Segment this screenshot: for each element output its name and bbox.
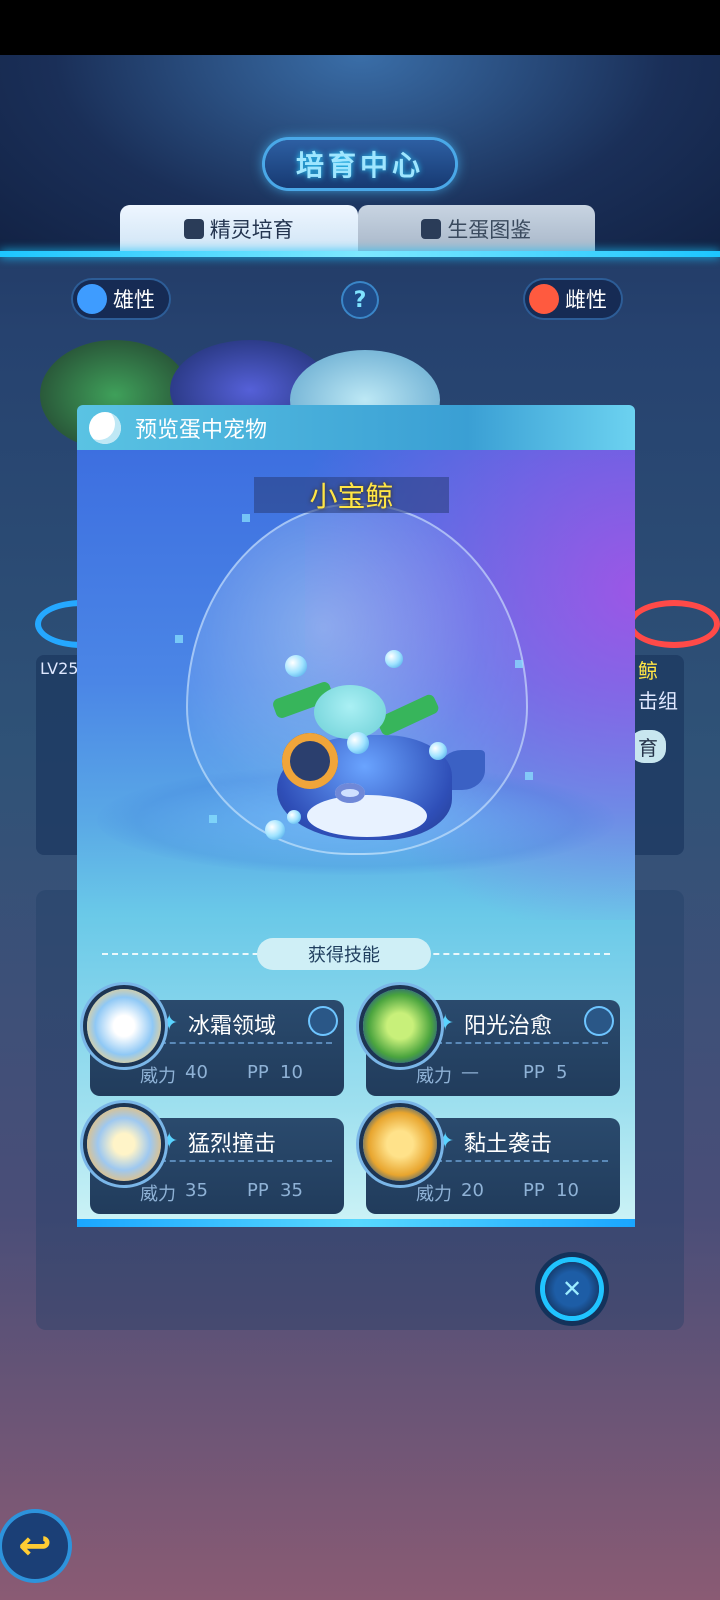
hexagon-icon [183, 219, 204, 239]
skill-pp: 5 [556, 1062, 568, 1083]
help-button[interactable]: ? [343, 283, 377, 317]
skill-name: 冰霜领域 [188, 1014, 277, 1039]
female-slot-tag: 雌性 [525, 280, 621, 318]
male-slot-tag: 雄性 [73, 280, 169, 318]
page-title: 培育中心 [265, 140, 455, 188]
skill-pp: 35 [280, 1180, 303, 1201]
modal-body: 小宝鲸 获得技能 ✦ 冰霜领域 威力 40 PP 10 ✦ 阳光治愈 威力 — … [77, 450, 635, 1225]
back-arrow-icon[interactable]: ↩ [2, 1513, 68, 1579]
bubble [285, 655, 307, 677]
preview-modal: 预览蛋中宠物 小宝鲸 获得技能 ✦ 冰霜领域 威力 40 PP 10 ✦ 阳光治… [77, 405, 635, 1227]
tab-bar: 精灵培育 生蛋图鉴 [120, 205, 595, 253]
skill-power: 20 [461, 1180, 484, 1201]
skill-divider [436, 1042, 608, 1046]
skill-name: 阳光治愈 [464, 1014, 553, 1039]
link-icon[interactable] [586, 1008, 612, 1034]
skill-power: 35 [185, 1180, 208, 1201]
skill-type-icon: ✦ [436, 1011, 455, 1036]
egg-book-icon [421, 219, 442, 239]
game-screen: 培育中心 精灵培育 生蛋图鉴 雄性 ? 雌性 LV25 鲸 击组 育 预览蛋中宠… [0, 55, 720, 1600]
skill-pp-label: PP [247, 1062, 269, 1083]
divider [0, 251, 720, 257]
tab-label: 精灵培育 [209, 218, 294, 242]
skills-header: 获得技能 [257, 938, 431, 970]
bubble [429, 742, 447, 760]
snowflake-icon [87, 989, 161, 1063]
link-icon[interactable] [310, 1008, 336, 1034]
bubble [265, 820, 285, 840]
skill-power-label: 威力 [140, 1184, 176, 1205]
skill-power: 40 [185, 1062, 208, 1083]
sparkle [175, 635, 183, 643]
female-label: 雌性 [565, 288, 607, 312]
leaf-icon [363, 989, 437, 1063]
skill-pp: 10 [556, 1180, 579, 1201]
bubble [287, 810, 301, 824]
skill-name: 猛烈撞击 [188, 1132, 277, 1157]
male-label: 雄性 [113, 288, 155, 312]
sparkle [242, 514, 250, 522]
skill-power-label: 威力 [416, 1184, 452, 1205]
right-name-fragment: 鲸 [638, 659, 658, 683]
sparkle [515, 660, 523, 668]
skill-pp-label: PP [247, 1180, 269, 1201]
skill-power-label: 威力 [140, 1066, 176, 1087]
skill-name: 黏土袭击 [464, 1132, 553, 1157]
skill-power-label: 威力 [416, 1066, 452, 1087]
sparkle [209, 815, 217, 823]
right-slot-pad [628, 600, 720, 648]
modal-title: 预览蛋中宠物 [135, 417, 268, 443]
skill-divider [436, 1160, 608, 1164]
skill-pp-label: PP [523, 1180, 545, 1201]
left-level: LV25 [40, 659, 79, 678]
bubble [385, 650, 403, 668]
skill-type-icon: ✦ [160, 1011, 179, 1036]
modal-header: 预览蛋中宠物 [77, 405, 635, 450]
bubble [347, 732, 369, 754]
whale-ring [282, 733, 338, 789]
skill-pp: 10 [280, 1062, 303, 1083]
male-icon [77, 284, 107, 314]
female-icon [529, 284, 559, 314]
whale-rider [314, 685, 386, 739]
skill-divider [160, 1042, 332, 1046]
tab-spirit-breeding[interactable]: 精灵培育 [120, 205, 358, 253]
right-group-fragment: 击组 [638, 689, 678, 713]
tab-egg-gallery[interactable]: 生蛋图鉴 [357, 205, 595, 253]
skill-divider [160, 1160, 332, 1164]
tab-label: 生蛋图鉴 [447, 218, 532, 242]
skill-type-icon: ✦ [436, 1129, 455, 1154]
impact-icon [87, 1107, 161, 1181]
skill-type-icon: ✦ [160, 1129, 179, 1154]
close-button[interactable]: ✕ [545, 1262, 599, 1316]
right-breed-button[interactable]: 育 [630, 730, 666, 763]
whale-belly [307, 795, 427, 837]
skill-power: — [461, 1062, 479, 1083]
skill-pp-label: PP [523, 1062, 545, 1083]
modal-bottom-bar [77, 1219, 635, 1227]
pet-name: 小宝鲸 [254, 477, 449, 513]
whale-eye [335, 783, 365, 803]
sparkle [525, 772, 533, 780]
egg-icon [89, 411, 121, 444]
clay-icon [363, 1107, 437, 1181]
